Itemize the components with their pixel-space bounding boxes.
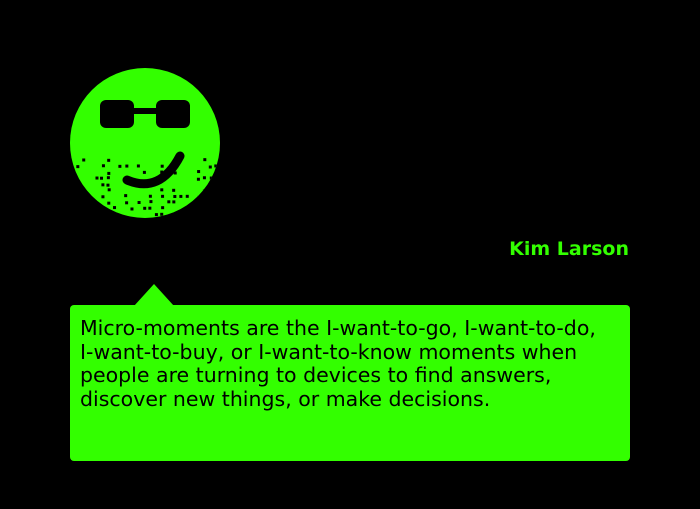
- stubble-dot: [142, 170, 146, 174]
- stubble-dot: [125, 201, 129, 205]
- stubble-dot: [107, 201, 111, 205]
- stubble-dot: [197, 170, 201, 174]
- stubble-dot: [160, 170, 164, 174]
- stubble-dot: [185, 194, 189, 198]
- face-circle: [70, 68, 220, 218]
- stubble-dot: [173, 171, 177, 175]
- stubble-dot: [101, 195, 105, 199]
- stubble-dot: [214, 164, 218, 168]
- stubble-dot: [137, 201, 141, 205]
- stubble-dot: [148, 194, 152, 198]
- stubble-dot: [107, 158, 111, 162]
- quote-bubble: Micro-moments are the I-want-to-go, I-wa…: [70, 305, 630, 461]
- stubble-dot: [197, 195, 201, 199]
- stubble-dot: [203, 158, 207, 162]
- stubble-dot: [167, 200, 171, 204]
- stubble-dot: [143, 206, 147, 210]
- stubble-dot: [154, 213, 158, 217]
- stubble-dot: [209, 176, 213, 180]
- stubble-dot: [179, 194, 183, 198]
- stubble-dot: [76, 165, 80, 169]
- speech-bubble-pointer: [134, 284, 174, 306]
- stubble-dot: [173, 194, 177, 198]
- stubble-dot: [136, 164, 140, 168]
- stubble-dot: [160, 212, 164, 216]
- stubble-dot: [106, 183, 110, 187]
- stubble-dot: [107, 171, 111, 175]
- stubble-dot: [161, 206, 165, 210]
- stubble-dot: [118, 164, 122, 168]
- stubble-dot: [196, 177, 200, 181]
- stubble-dot: [106, 176, 110, 180]
- stubble-dot: [101, 183, 105, 187]
- stubble-dot: [101, 164, 105, 168]
- stubble-dot: [161, 194, 165, 198]
- stubble-dot: [95, 176, 99, 180]
- avatar-graphic: [70, 68, 220, 218]
- stubble-dot: [149, 200, 153, 204]
- stubble-dot: [172, 165, 176, 169]
- smiley-avatar-icon: [70, 68, 220, 218]
- stubble-dot: [202, 176, 206, 180]
- stubble-dot: [82, 158, 86, 162]
- stubble-dot: [100, 176, 104, 180]
- quote-text: Micro-moments are the I-want-to-go, I-wa…: [80, 316, 596, 411]
- author-name: Kim Larson: [509, 238, 629, 260]
- stubble-dot: [172, 200, 176, 204]
- stubble-dot: [107, 188, 111, 192]
- stubble-dot: [172, 188, 176, 192]
- stubble-dot: [160, 188, 164, 192]
- stubble-dot: [124, 194, 128, 198]
- stubble-dot: [125, 164, 129, 168]
- stubble-dot: [160, 164, 164, 168]
- stubble-dot: [167, 171, 171, 175]
- stubble-dot: [202, 189, 206, 193]
- stubble-dot: [148, 206, 152, 210]
- stubble-dot: [130, 207, 134, 211]
- stubble-dot: [113, 206, 117, 210]
- stubble-dot: [208, 165, 212, 169]
